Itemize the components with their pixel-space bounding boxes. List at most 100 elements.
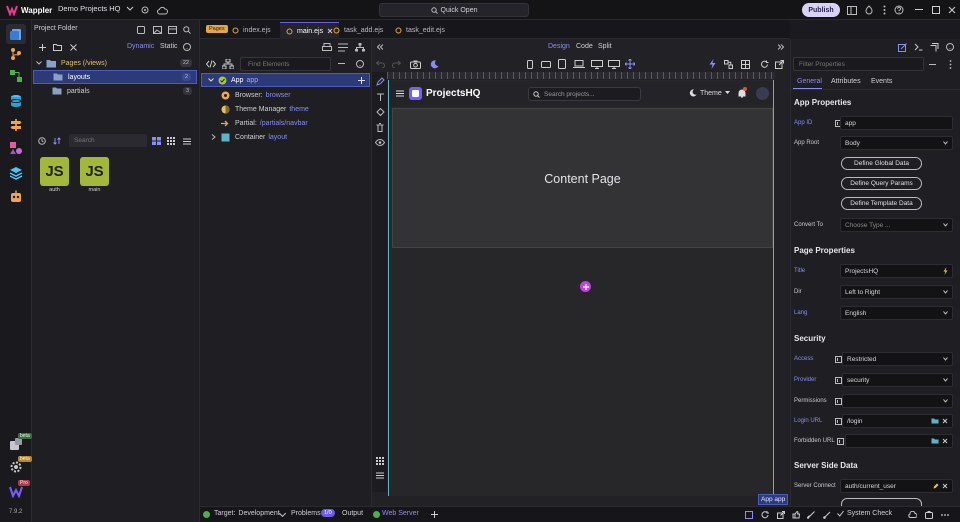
provider-select[interactable]: security bbox=[842, 373, 953, 387]
mode-code[interactable]: Code bbox=[576, 43, 593, 50]
open-browser-icon[interactable] bbox=[776, 510, 785, 519]
collapse-properties-icon[interactable] bbox=[929, 64, 936, 65]
add-icon[interactable] bbox=[37, 42, 47, 52]
collapse-right-icon[interactable] bbox=[777, 43, 785, 51]
define-query-params-button[interactable]: Define Query Params bbox=[841, 177, 922, 190]
layout-panels-icon[interactable] bbox=[846, 4, 858, 16]
edit-pencil-icon[interactable] bbox=[375, 76, 385, 86]
node-browser[interactable]: Browser: browser bbox=[221, 88, 291, 102]
explorer-icon[interactable] bbox=[167, 25, 177, 35]
stack-icon[interactable] bbox=[337, 42, 349, 52]
menu-more-icon[interactable] bbox=[940, 510, 949, 519]
lightning-icon[interactable] bbox=[943, 267, 948, 275]
device-phone-landscape-icon[interactable] bbox=[540, 59, 552, 69]
properties-menu-icon[interactable] bbox=[945, 59, 955, 69]
dark-mode-icon[interactable] bbox=[429, 59, 439, 69]
redo-icon[interactable] bbox=[391, 59, 401, 69]
grid-small-icon[interactable] bbox=[166, 136, 176, 146]
mode-static[interactable]: Static bbox=[160, 43, 178, 50]
quick-open-button[interactable]: Quick Open bbox=[379, 3, 529, 17]
delete-icon[interactable] bbox=[68, 42, 78, 52]
tree-item-pages[interactable]: Pages (/views) 22 bbox=[32, 56, 198, 70]
dir-select[interactable]: Left to Right bbox=[840, 285, 953, 299]
forbidden-url-field[interactable] bbox=[845, 434, 953, 448]
paint-bucket-icon[interactable] bbox=[375, 107, 385, 117]
project-selector[interactable]: Demo Projects HQ bbox=[58, 4, 134, 13]
edit-pencil-icon[interactable] bbox=[933, 483, 939, 489]
app-root-select[interactable]: Body bbox=[840, 136, 953, 150]
project-settings-icon[interactable] bbox=[139, 4, 151, 16]
server-connect-field[interactable]: auth/current_user bbox=[840, 479, 953, 493]
undo-icon[interactable] bbox=[375, 59, 385, 69]
fit-screen-icon[interactable] bbox=[624, 59, 635, 69]
filter-properties-input[interactable]: Filter Properties bbox=[793, 57, 924, 71]
brush-alt-icon[interactable] bbox=[822, 510, 831, 519]
list-view-icon[interactable] bbox=[182, 136, 192, 146]
node-partial-navbar[interactable]: Partial: /partials/navbar bbox=[221, 116, 308, 130]
tree-item-layouts[interactable]: layouts 2 bbox=[33, 70, 197, 84]
tab-attributes[interactable]: Attributes bbox=[831, 78, 861, 85]
edit-style-icon[interactable] bbox=[897, 42, 907, 52]
sort-icon[interactable] bbox=[52, 136, 62, 146]
node-theme-manager[interactable]: Theme Manager theme bbox=[221, 102, 309, 116]
tab-index-ejs[interactable]: index.ejs bbox=[226, 22, 277, 39]
workflows-icon[interactable] bbox=[6, 66, 26, 86]
brand-name[interactable]: ProjectsHQ bbox=[426, 88, 480, 99]
lang-select[interactable]: English bbox=[840, 306, 953, 320]
minimize-icon[interactable] bbox=[913, 4, 925, 16]
project-search-input[interactable]: Search projects... bbox=[528, 87, 641, 101]
device-laptop-icon[interactable] bbox=[572, 59, 585, 69]
app-id-field[interactable]: app bbox=[840, 116, 953, 130]
js-file-icon[interactable]: JS bbox=[40, 157, 69, 186]
project-files-icon[interactable] bbox=[6, 24, 26, 44]
user-avatar[interactable] bbox=[756, 87, 769, 100]
folder-browse-icon[interactable] bbox=[931, 438, 939, 444]
tree-item-partials[interactable]: partials 3 bbox=[32, 84, 198, 98]
more-vertical-icon[interactable] bbox=[879, 4, 889, 16]
define-global-data-button[interactable]: Define Global Data bbox=[841, 157, 922, 170]
tab-general[interactable]: General bbox=[797, 78, 822, 85]
device-wide-icon[interactable] bbox=[607, 59, 620, 69]
collapse-all-icon[interactable] bbox=[338, 63, 345, 64]
cloud-icon[interactable] bbox=[908, 510, 917, 519]
external-preview-icon[interactable] bbox=[774, 59, 784, 69]
asset-search-input[interactable]: Search bbox=[69, 134, 147, 147]
permissions-select[interactable] bbox=[842, 394, 953, 408]
close-icon[interactable] bbox=[946, 4, 958, 16]
tab-task-edit-ejs[interactable]: task_edit.ejs bbox=[389, 22, 451, 39]
lightning-icon[interactable] bbox=[707, 59, 717, 69]
paint-brush-icon[interactable] bbox=[806, 510, 815, 519]
add-component-button[interactable] bbox=[580, 281, 591, 292]
device-phone-icon[interactable] bbox=[526, 59, 534, 69]
login-url-field[interactable]: /login bbox=[842, 414, 953, 428]
panel-window-icon[interactable] bbox=[136, 25, 146, 35]
notifications-icon[interactable] bbox=[863, 4, 875, 16]
layout-grid-icon[interactable] bbox=[740, 59, 750, 69]
publish-button[interactable]: Publish bbox=[802, 3, 840, 17]
convert-to-select[interactable]: Choose Type ... bbox=[840, 218, 953, 232]
layers-icon[interactable] bbox=[6, 163, 26, 183]
dynamic-events-icon[interactable] bbox=[929, 42, 939, 52]
data-bindings-icon[interactable] bbox=[913, 42, 923, 52]
image-icon[interactable] bbox=[152, 25, 162, 35]
bug-icon[interactable] bbox=[924, 510, 933, 519]
refresh-server-icon[interactable] bbox=[760, 510, 769, 519]
refresh-icon[interactable] bbox=[759, 59, 769, 69]
rows-icon[interactable] bbox=[375, 470, 385, 480]
output-tab[interactable]: Output bbox=[342, 510, 363, 517]
search-files-icon[interactable] bbox=[182, 25, 192, 35]
clear-icon[interactable] bbox=[942, 438, 948, 444]
hamburger-menu-icon[interactable] bbox=[395, 89, 405, 98]
title-field[interactable]: ProjectsHQ bbox=[840, 264, 953, 278]
component-tree-icon[interactable] bbox=[221, 58, 235, 70]
device-tablet-icon[interactable] bbox=[557, 59, 567, 69]
git-icon[interactable] bbox=[6, 44, 26, 64]
mode-dynamic[interactable]: Dynamic bbox=[127, 43, 154, 50]
assets-icon[interactable] bbox=[6, 138, 26, 158]
node-container-layout[interactable]: Container layout bbox=[211, 130, 287, 144]
device-desktop-icon[interactable] bbox=[590, 59, 603, 69]
tab-events[interactable]: Events bbox=[871, 78, 892, 85]
mode-split[interactable]: Split bbox=[598, 43, 612, 50]
js-file-icon[interactable]: JS bbox=[80, 157, 109, 186]
grid-toggle-icon[interactable] bbox=[375, 456, 385, 466]
